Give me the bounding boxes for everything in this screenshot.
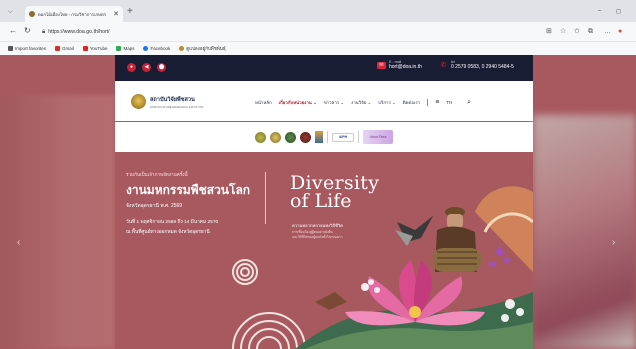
tab-title: ดอกไม้เมืองไทย - กรมวิชาการเกษตร [38, 11, 107, 17]
site-favicon-icon [179, 46, 185, 51]
favorite-item[interactable]: Gmail [55, 46, 74, 51]
favorites-bar: Import favorites Gmail YouTube Maps Face… [0, 42, 636, 55]
background-blur-right [533, 115, 636, 349]
site-favicon-icon [29, 11, 35, 17]
favorite-label: Gmail [62, 46, 74, 51]
lock-icon: 🔒︎ [42, 28, 46, 35]
url-text: https://www.doa.go.th/hort/ [48, 29, 110, 35]
site-navigation: สถาบันวิจัยพืชสวน HORTICULTURE RESEARCH … [115, 81, 533, 121]
favorite-item[interactable]: Import favorites [8, 46, 46, 51]
profile-icon[interactable]: ● [618, 28, 622, 35]
site-top-bar: ● ◀ ⬤ ✉ E - mail hort@doa.in.th ✆ tel 0 … [115, 55, 533, 81]
menu-item-services[interactable]: บริการ ⌄ [378, 99, 396, 106]
hero-intro: ร่วมกันเป็นเจ้าภาพจัดงานครั้งนี้ [126, 172, 188, 177]
location-icon[interactable]: ⬤ [157, 63, 166, 72]
aiph-logo: AIPH [332, 132, 354, 142]
screenshot-root: ⌵ ดอกไม้เมืองไทย - กรมวิชาการเกษตร ✕ + –… [0, 0, 636, 349]
maximize-icon[interactable]: ◻ [616, 8, 621, 15]
gmail-icon [55, 46, 61, 51]
favorite-item[interactable]: YouTube [82, 46, 108, 51]
partner-emblem-icon [255, 131, 266, 143]
url-field[interactable]: 🔒︎ https://www.doa.go.th/hort/ [42, 26, 510, 38]
hero-title: งานมหกรรมพืชสวนโลก [126, 183, 251, 197]
main-menu: หน้าหลัก เกี่ยวกับหน่วยงาน ⌄ ข่าวสาร ⌄ ง… [255, 99, 471, 106]
social-share-icon[interactable]: ● [127, 63, 136, 72]
email-contact[interactable]: ✉ E - mail hort@doa.in.th [377, 60, 422, 70]
partner-divider [358, 131, 359, 143]
menu-item-research[interactable]: งานวิจัย ⌄ [351, 99, 371, 106]
favorite-label: Facebook [150, 46, 171, 51]
menu-item-about[interactable]: เกี่ยวกับหน่วยงาน ⌄ [279, 99, 317, 106]
language-switch[interactable]: TH [446, 100, 452, 105]
minimize-icon[interactable]: – [598, 8, 601, 14]
hero-venue: ณ พื้นที่ศูนย์ทางออกหมด จังหวัดอุดรธานี [126, 230, 210, 235]
favorite-item[interactable]: Maps [116, 46, 134, 51]
menu-item-news[interactable]: ข่าวสาร ⌄ [324, 99, 344, 106]
institute-emblem-icon[interactable] [131, 94, 146, 109]
hero-subtitle: จังหวัดอุดรธานี พ.ศ. 2569 [126, 203, 183, 209]
hamburger-icon[interactable]: ≡ [435, 99, 439, 106]
refresh-icon[interactable]: ↻ [24, 27, 31, 35]
menu-item-home[interactable]: หน้าหลัก [255, 99, 272, 106]
share-icon[interactable]: ◀ [142, 63, 151, 72]
new-tab-icon[interactable]: + [127, 7, 133, 17]
partner-emblem-icon [285, 131, 296, 143]
read-aloud-icon[interactable]: ⊞ [546, 28, 552, 35]
extensions-icon[interactable]: ⧉ [588, 28, 593, 35]
hero-divider [265, 172, 266, 224]
maps-icon [116, 46, 122, 51]
tab-close-icon[interactable]: ✕ [113, 11, 119, 18]
back-icon[interactable]: ← [9, 27, 17, 35]
phone-value: 0 2579 0583, 0 2940 5484-5 [451, 64, 514, 70]
partner-emblem-icon [300, 131, 311, 143]
search-icon[interactable]: ⌕ [467, 99, 471, 106]
browser-tab[interactable]: ดอกไม้เมืองไทย - กรมวิชาการเกษตร ✕ [25, 6, 123, 22]
logo-subtitle: HORTICULTURE RESEARCH INSTITUTE [150, 105, 204, 109]
browser-tab-strip: ⌵ ดอกไม้เมืองไทย - กรมวิชาการเกษตร ✕ + –… [0, 0, 636, 22]
logo-name: สถาบันวิจัยพืชสวน [150, 97, 195, 103]
partner-emblem-icon [315, 131, 323, 143]
partner-logos: AIPH Udon Flora [115, 122, 533, 152]
phone-icon: ✆ [440, 61, 447, 69]
carousel-prev-icon[interactable]: ‹ [17, 238, 20, 248]
favorite-label: Maps [123, 46, 135, 51]
favorite-label: Import favorites [15, 46, 47, 51]
theme-sub-2: และวิถีชีวิตของผู้คนทั่วทั้งโลกของเรา [292, 235, 343, 239]
site-logo[interactable]: สถาบันวิจัยพืชสวน HORTICULTURE RESEARCH … [150, 96, 203, 109]
tab-actions-icon[interactable]: ⌵ [8, 9, 13, 16]
favorites-icon[interactable]: ✩ [574, 28, 580, 35]
udon-flora-logo: Udon Flora [363, 130, 393, 144]
background-blur-left [0, 95, 115, 349]
email-value: hort@doa.in.th [389, 64, 422, 70]
favorite-star-icon[interactable]: ☆ [560, 28, 566, 35]
favorite-label: ดูแปลงอยู่กับพืชพันธุ์ [186, 46, 226, 51]
menu-item-contact[interactable]: ติดต่อเรา [403, 99, 421, 106]
dol-line-2: of Life [290, 190, 352, 212]
theme-title: ความหลากหลายแห่งวิถีชีวิต [292, 223, 343, 228]
favorite-item[interactable]: ดูแปลงอยู่กับพืชพันธุ์ [179, 45, 226, 52]
web-page: ● ◀ ⬤ ✉ E - mail hort@doa.in.th ✆ tel 0 … [0, 55, 636, 349]
theme-description: ความหลากหลายแห่งวิถีชีวิต การเชื่อมโยงสู… [292, 222, 382, 240]
address-bar-row: ← ↻ 🔒︎ https://www.doa.go.th/hort/ ⊞ ☆ ✩… [0, 22, 636, 42]
facebook-icon [143, 46, 149, 51]
phone-contact[interactable]: ✆ tel 0 2579 0583, 0 2940 5484-5 [439, 60, 514, 70]
favorite-label: YouTube [89, 46, 108, 51]
hero-text-block: ร่วมกันเป็นเจ้าภาพจัดงานครั้งนี้ งานมหกร… [126, 172, 250, 236]
folder-icon [8, 46, 13, 51]
partner-emblem-icon [270, 131, 281, 143]
mail-icon: ✉ [377, 61, 386, 69]
menu-divider [427, 99, 429, 106]
hero-date: วันที่ 1 พฤศจิกายน 2569 ถึง 14 มีนาคม 25… [126, 220, 219, 225]
partner-divider [327, 131, 328, 143]
favorite-item[interactable]: Facebook [143, 46, 170, 51]
diversity-of-life-title: Diversity of Life [290, 174, 379, 211]
youtube-icon [82, 46, 88, 51]
settings-icon[interactable]: … [604, 28, 611, 35]
hero-banner[interactable]: ร่วมกันเป็นเจ้าภาพจัดงานครั้งนี้ งานมหกร… [115, 152, 533, 349]
carousel-next-icon[interactable]: › [612, 238, 615, 248]
